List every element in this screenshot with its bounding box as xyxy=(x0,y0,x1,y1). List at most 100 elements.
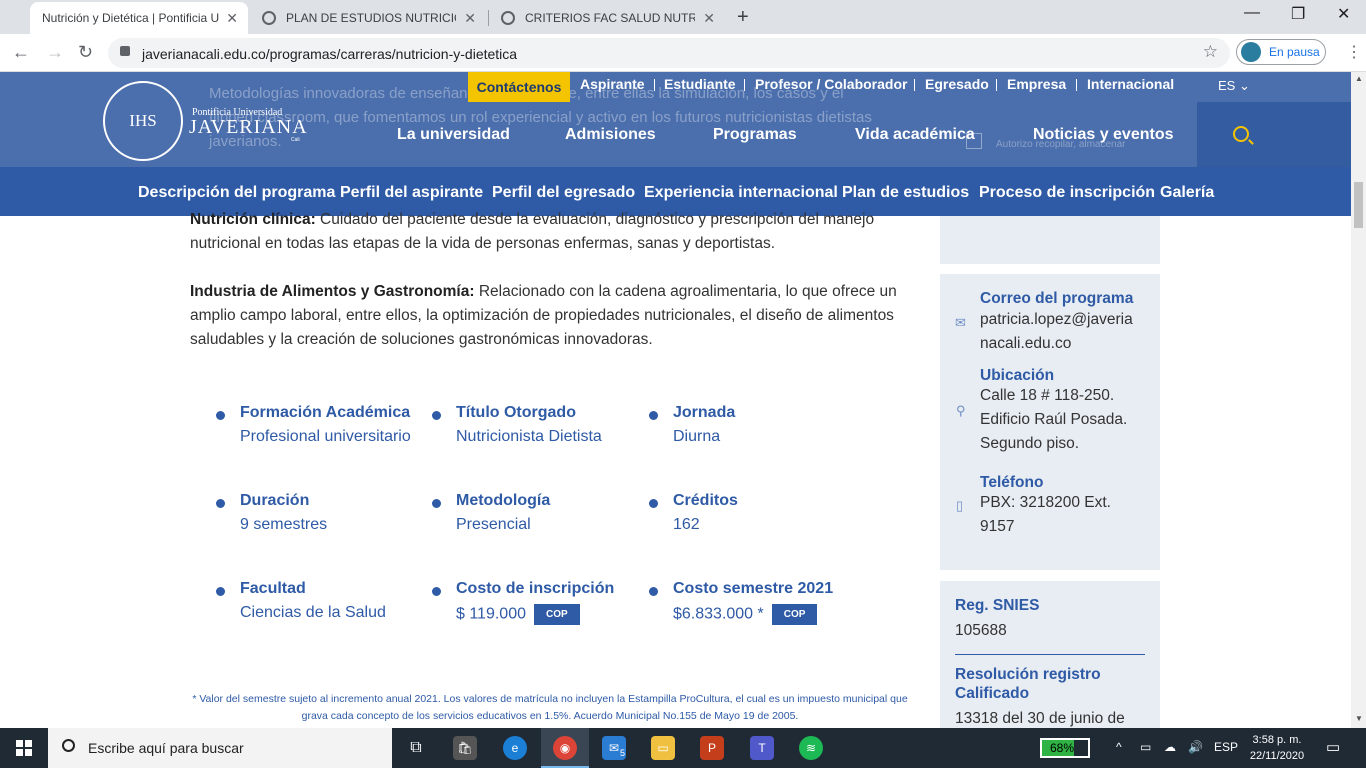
store-icon[interactable]: 🛍 xyxy=(453,736,477,760)
site-header: Metodologías innovadoras de enseñanza y … xyxy=(0,72,1351,167)
new-tab-icon[interactable]: + xyxy=(737,6,749,29)
powerpoint-icon[interactable]: P xyxy=(700,736,724,760)
file-explorer-icon[interactable]: ▭ xyxy=(651,736,675,760)
scroll-up-icon[interactable]: ▲ xyxy=(1355,74,1363,83)
taskbar-search[interactable]: Escribe aquí para buscar xyxy=(48,728,392,768)
university-seal-logo[interactable]: IHS xyxy=(103,81,183,161)
bullet-icon xyxy=(216,587,225,596)
top-link-estudiante[interactable]: Estudiante xyxy=(664,76,736,92)
bullet-icon xyxy=(432,411,441,420)
divider xyxy=(955,654,1145,655)
subnav-experiencia-internacional[interactable]: Experiencia internacional xyxy=(644,184,838,202)
clock-time: 3:58 p. m. xyxy=(1252,734,1302,746)
top-link-egresado[interactable]: Egresado xyxy=(925,76,989,92)
cloud-icon[interactable]: ☁ xyxy=(1164,740,1176,754)
info-label: Título Otorgado xyxy=(456,404,576,421)
top-link-profesor[interactable]: Profesor / Colaborador xyxy=(755,76,907,92)
tab-plan-estudios[interactable]: PLAN DE ESTUDIOS NUTRICION ✕ xyxy=(250,2,486,34)
subnav-proceso-inscripcion[interactable]: Proceso de inscripción xyxy=(979,184,1155,202)
nav-vida-academica[interactable]: Vida académica xyxy=(855,126,975,144)
tab-criterios[interactable]: CRITERIOS FAC SALUD NUTRICIO ✕ xyxy=(489,2,725,34)
phone-label: Teléfono xyxy=(980,474,1044,491)
address-bar[interactable]: javerianacali.edu.co/programas/carreras/… xyxy=(108,38,1230,68)
chevron-down-icon: ⌄ xyxy=(1238,78,1250,93)
page-scrollbar[interactable]: ▲ ▼ xyxy=(1351,72,1366,728)
bullet-icon xyxy=(649,411,658,420)
notification-icon[interactable]: ▭ xyxy=(1326,738,1340,756)
paragraph-nutricion-clinica: Nutrición clínica: Cuidado del paciente … xyxy=(190,208,910,256)
info-value: Ciencias de la Salud xyxy=(240,604,386,621)
contact-button[interactable]: Contáctenos xyxy=(468,72,570,102)
info-label: Créditos xyxy=(673,492,738,509)
top-link-empresa[interactable]: Empresa xyxy=(1007,76,1066,92)
language-indicator[interactable]: ESP xyxy=(1214,740,1238,754)
battery-percent: 68% xyxy=(1050,741,1075,755)
scroll-down-icon[interactable]: ▼ xyxy=(1355,714,1363,723)
chrome-icon[interactable]: ◉ xyxy=(553,736,577,760)
email-value[interactable]: patricia.lopez@javeria xyxy=(980,308,1133,332)
back-icon[interactable]: ← xyxy=(12,42,30,63)
avatar xyxy=(1241,42,1261,62)
info-label: Formación Académica xyxy=(240,404,411,421)
minimize-icon[interactable]: — xyxy=(1244,4,1260,22)
reload-icon[interactable]: ↻ xyxy=(78,42,93,63)
info-label: Duración xyxy=(240,492,310,509)
info-value: Diurna xyxy=(673,428,721,445)
bookmark-star-icon[interactable]: ☆ xyxy=(1203,42,1218,62)
top-link-internacional[interactable]: Internacional xyxy=(1087,76,1174,92)
search-icon[interactable] xyxy=(1233,126,1249,142)
email-value[interactable]: nacali.edu.co xyxy=(980,332,1071,356)
chevron-up-icon[interactable]: ^ xyxy=(1116,740,1122,754)
snies-value: 105688 xyxy=(955,622,1007,639)
nav-noticias-eventos[interactable]: Noticias y eventos xyxy=(1033,126,1174,144)
search-button[interactable] xyxy=(1197,102,1351,167)
forward-icon[interactable]: → xyxy=(46,42,64,63)
ghost-checkbox xyxy=(966,133,982,149)
phone-value: PBX: 3218200 Ext. xyxy=(980,494,1111,511)
divider xyxy=(996,79,997,91)
lock-icon xyxy=(120,46,130,56)
close-icon[interactable]: ✕ xyxy=(464,10,476,27)
task-view-icon[interactable]: ⧉ xyxy=(404,736,428,760)
taskbar-clock[interactable]: 3:58 p. m. 22/11/2020 xyxy=(1244,732,1310,764)
location-value: Calle 18 # 118-250. xyxy=(980,387,1115,404)
url-text: javerianacali.edu.co/programas/carreras/… xyxy=(142,46,518,62)
resolution-label: Calificado xyxy=(955,685,1030,702)
subnav-perfil-aspirante[interactable]: Perfil del aspirante xyxy=(340,184,483,202)
subnav-descripcion[interactable]: Descripción del programa xyxy=(138,184,335,202)
menu-kebab-icon[interactable]: ⋮ xyxy=(1346,42,1362,62)
info-label: Costo de inscripción xyxy=(456,580,615,597)
battery-icon[interactable]: ▭ xyxy=(1140,740,1151,754)
close-icon[interactable]: ✕ xyxy=(703,10,715,27)
nav-la-universidad[interactable]: La universidad xyxy=(397,126,510,144)
profile-button[interactable]: En pausa xyxy=(1236,39,1326,65)
divider xyxy=(654,79,655,91)
windows-start-icon[interactable] xyxy=(16,740,32,756)
seal-text: IHS xyxy=(129,111,157,130)
teams-icon[interactable]: T xyxy=(750,736,774,760)
top-link-aspirante[interactable]: Aspirante xyxy=(580,76,645,92)
scrollbar-thumb[interactable] xyxy=(1354,182,1363,228)
subnav-galeria[interactable]: Galería xyxy=(1160,184,1214,202)
maximize-icon[interactable]: ❐ xyxy=(1291,4,1305,24)
paragraph-industria-alimentos: Industria de Alimentos y Gastronomía: Re… xyxy=(190,280,910,352)
window-close-icon[interactable]: ✕ xyxy=(1337,4,1350,24)
nav-programas[interactable]: Programas xyxy=(713,126,797,144)
language-selector[interactable]: ES ⌄ xyxy=(1218,78,1250,94)
volume-icon[interactable]: 🔊 xyxy=(1188,740,1203,754)
spotify-icon[interactable]: ≋ xyxy=(799,736,823,760)
info-label: Facultad xyxy=(240,580,306,597)
resolution-value: 13318 del 30 de junio de xyxy=(955,710,1125,727)
tab-nutricion[interactable]: Nutrición y Dietética | Pontificia U ✕ xyxy=(30,2,248,34)
phone-icon: ▯ xyxy=(956,498,964,513)
edge-icon[interactable]: e xyxy=(503,736,527,760)
location-value: Segundo piso. xyxy=(980,435,1080,452)
nav-admisiones[interactable]: Admisiones xyxy=(565,126,656,144)
bullet-icon xyxy=(432,587,441,596)
subnav-perfil-egresado[interactable]: Perfil del egresado xyxy=(492,184,635,202)
close-icon[interactable]: ✕ xyxy=(226,10,238,27)
mail-badge: 5 xyxy=(620,748,626,758)
windows-taskbar: Escribe aquí para buscar ⧉ 🛍 e ◉ ✉ 5 ▭ P… xyxy=(0,728,1366,768)
subnav-plan-estudios[interactable]: Plan de estudios xyxy=(842,184,969,202)
bullet-icon xyxy=(216,411,225,420)
